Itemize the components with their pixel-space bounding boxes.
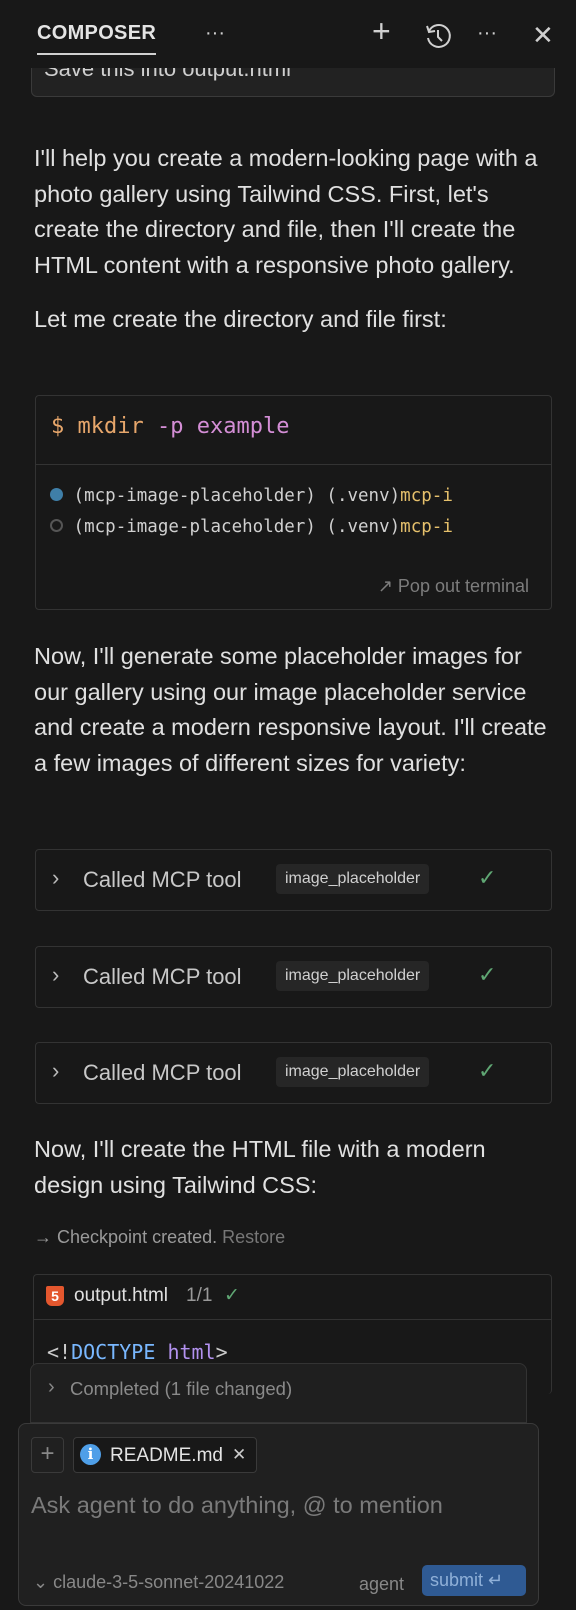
chevron-right-icon: › <box>48 1376 55 1398</box>
tab-composer[interactable]: COMPOSER <box>37 22 157 55</box>
panel-header: COMPOSER ··· + ··· ✕ <box>0 0 576 68</box>
composer-input[interactable]: + i README.md ✕ Ask agent to do anything… <box>18 1423 539 1606</box>
terminal-block: $ mkdir -p example (mcp-image-placeholde… <box>35 395 552 610</box>
history-icon[interactable] <box>424 22 452 50</box>
terminal-text: mcp-i <box>400 486 453 506</box>
tool-call[interactable]: › Called MCP tool image_placeholder ✓ <box>35 1042 552 1104</box>
chevron-right-icon: › <box>52 1058 60 1083</box>
check-icon: ✓ <box>478 865 497 890</box>
mode-selector[interactable]: agent <box>359 1574 404 1595</box>
chevron-right-icon: › <box>52 865 60 890</box>
status-dot-icon <box>50 519 63 532</box>
tab-menu-icon[interactable]: ··· <box>205 20 225 46</box>
terminal-text: (mcp-image-placeholder) (.venv) <box>73 517 401 537</box>
tool-call-label: Called MCP tool <box>83 867 242 892</box>
chevron-right-icon: › <box>52 962 60 987</box>
chip-label: README.md <box>110 1445 223 1466</box>
model-name: claude-3-5-sonnet-20241022 <box>53 1572 285 1592</box>
plus-icon[interactable]: + <box>372 15 391 47</box>
terminal-line: (mcp-image-placeholder) (.venv)mcp-i <box>50 486 550 506</box>
check-icon: ✓ <box>224 1285 240 1306</box>
checkpoint: → Checkpoint created. Restore <box>34 1227 285 1248</box>
command-args: -p example <box>156 414 290 439</box>
prompt-input-placeholder[interactable]: Ask agent to do anything, @ to mention <box>31 1492 443 1519</box>
code-token: <! <box>47 1340 72 1364</box>
check-icon: ✓ <box>478 1058 497 1083</box>
check-icon: ✓ <box>478 962 497 987</box>
html5-icon: 5 <box>46 1286 64 1306</box>
file-name[interactable]: output.html <box>74 1285 168 1307</box>
enter-icon: ↵ <box>488 1570 504 1590</box>
terminal-line: (mcp-image-placeholder) (.venv)mcp-i <box>50 517 550 537</box>
remove-chip-icon[interactable]: ✕ <box>232 1445 246 1465</box>
chevron-down-icon: ⌄ <box>33 1572 49 1592</box>
tool-name-badge: image_placeholder <box>276 1057 430 1087</box>
info-icon: i <box>80 1444 101 1465</box>
completed-label: Completed (1 file changed) <box>70 1378 293 1399</box>
file-count: 1/1 <box>186 1285 213 1306</box>
assistant-paragraph: Now, I'll generate some placeholder imag… <box>34 643 547 776</box>
pop-out-label: Pop out terminal <box>397 576 529 596</box>
tool-call[interactable]: › Called MCP tool image_placeholder ✓ <box>35 946 552 1008</box>
restore-button[interactable]: Restore <box>222 1227 285 1247</box>
assistant-paragraph: Now, I'll create the HTML file with a mo… <box>34 1136 486 1198</box>
tool-call-label: Called MCP tool <box>83 964 242 989</box>
tool-call[interactable]: › Called MCP tool image_placeholder ✓ <box>35 849 552 911</box>
terminal-text: mcp-i <box>400 517 453 537</box>
external-link-icon: ↗︎ <box>377 576 393 596</box>
tool-call-label: Called MCP tool <box>83 1060 242 1085</box>
code-token: > <box>215 1340 228 1364</box>
code-line: <!DOCTYPE html> <box>47 1340 228 1364</box>
assistant-paragraph: Let me create the directory and file fir… <box>34 306 447 332</box>
close-icon[interactable]: ✕ <box>532 22 554 48</box>
arrow-right-icon: → <box>34 1227 52 1247</box>
tool-name-badge: image_placeholder <box>276 961 430 991</box>
model-selector[interactable]: ⌄ claude-3-5-sonnet-20241022 <box>33 1572 284 1593</box>
add-context-button[interactable]: + <box>31 1437 64 1473</box>
checkpoint-text: Checkpoint created. <box>57 1227 218 1247</box>
tool-name-badge: image_placeholder <box>276 864 430 894</box>
code-token: html <box>167 1340 216 1364</box>
completed-bar[interactable]: › Completed (1 file changed) <box>30 1363 527 1423</box>
command: mkdir <box>77 414 144 439</box>
code-token: DOCTYPE <box>71 1340 156 1364</box>
submit-button[interactable]: submit ↵ <box>422 1565 526 1596</box>
status-dot-icon <box>50 488 63 501</box>
assistant-paragraph: I'll help you create a modern-looking pa… <box>34 145 538 278</box>
terminal-command: $ mkdir -p example <box>51 414 289 439</box>
terminal-text: (mcp-image-placeholder) (.venv) <box>73 486 401 506</box>
context-chip[interactable]: i README.md ✕ <box>73 1437 257 1473</box>
prompt: $ <box>51 414 65 439</box>
pop-out-terminal-button[interactable]: ↗︎ Pop out terminal <box>378 576 529 597</box>
submit-label: submit <box>430 1570 484 1590</box>
more-icon[interactable]: ··· <box>477 20 497 46</box>
